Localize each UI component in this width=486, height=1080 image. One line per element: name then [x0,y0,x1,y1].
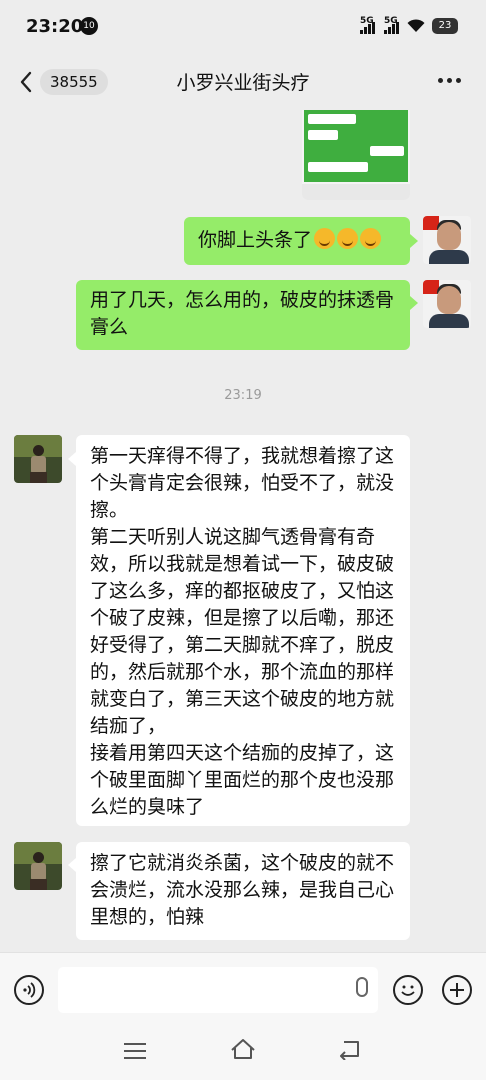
message-bubble-incoming[interactable]: 第一天痒得不得了，我就想着擦了这个头膏肯定会很辣，怕受不了，就没擦。 第二天听别… [76,435,410,826]
more-options-icon[interactable] [438,78,462,84]
message-bubble-incoming[interactable]: 擦了它就消炎杀菌，这个破皮的就不会溃烂，流水没那么辣，是我自己心里想的，怕辣 [76,842,410,940]
face-with-hand-over-mouth-icon [314,228,336,249]
bubble-tail [68,858,76,872]
add-attachment-icon[interactable] [442,975,472,1005]
voice-mode-icon[interactable] [14,975,44,1005]
signal-icon [360,22,376,34]
message-text: 第一天痒得不得了，我就想着擦了这个头膏肯定会很辣，怕受不了，就没擦。 第二天听别… [90,445,395,818]
bubble-tail [410,296,418,310]
input-bar [0,952,486,1027]
chat-header: 38555 小罗兴业街头疗 [0,52,486,110]
status-bar: 23:20 10 5G 5G 23 [0,0,486,52]
bubble-tail [68,452,76,466]
message-input[interactable] [58,967,378,1013]
face-with-hand-over-mouth-icon [360,228,382,249]
message-bubble-outgoing[interactable]: 你脚上头条了 [184,217,410,265]
recent-apps-icon[interactable] [124,1043,146,1059]
message-text: 你脚上头条了 [198,229,313,251]
image-message-screenshot[interactable] [302,110,410,200]
status-time: 23:20 [26,16,84,37]
wifi-icon [407,19,425,32]
microphone-icon[interactable] [356,977,368,997]
face-with-hand-over-mouth-icon [337,228,359,249]
emoji-icon[interactable] [393,975,423,1005]
message-timestamp: 23:19 [224,388,262,403]
signal-icon-2 [384,22,400,34]
system-navigation-bar [0,1026,486,1080]
notification-badge: 10 [80,17,98,35]
system-back-icon[interactable] [338,1040,362,1060]
chat-title: 小罗兴业街头疗 [176,72,310,94]
battery-indicator: 23 [432,18,458,34]
message-text: 擦了它就消炎杀菌，这个破皮的就不会溃烂，流水没那么辣，是我自己心里想的，怕辣 [90,852,395,928]
bubble-tail [410,234,418,248]
message-text: 用了几天，怎么用的，破皮的抹透骨膏么 [90,289,395,338]
contact-avatar[interactable] [14,842,62,890]
my-avatar[interactable] [423,216,471,264]
contact-avatar[interactable] [14,435,62,483]
my-avatar[interactable] [423,280,471,328]
home-icon[interactable] [230,1038,256,1060]
message-bubble-outgoing[interactable]: 用了几天，怎么用的，破皮的抹透骨膏么 [76,280,410,350]
